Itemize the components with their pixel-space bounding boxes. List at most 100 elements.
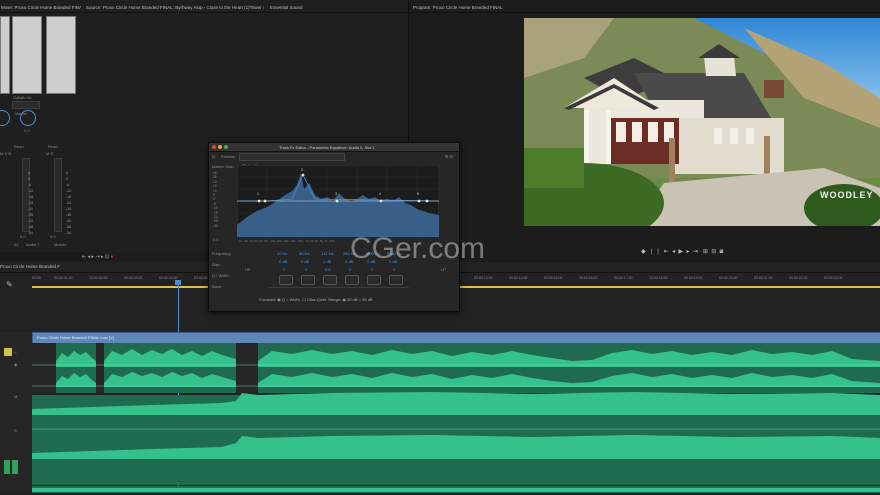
track-target-toggle[interactable] xyxy=(4,348,12,356)
hp-label: HP xyxy=(245,267,251,272)
go-to-out-icon[interactable]: ⇥ xyxy=(693,249,698,255)
fader-value: 0.0 xyxy=(50,234,56,239)
frequency-value[interactable]: 141 Hz xyxy=(321,251,334,256)
camera-icon[interactable]: ◙ xyxy=(720,249,724,255)
gain-value[interactable]: 0 dB xyxy=(301,259,309,264)
play-icon[interactable]: ▶ xyxy=(679,249,684,255)
q-radio[interactable]: ◉ Q xyxy=(277,297,285,302)
q-value[interactable]: 2 xyxy=(283,267,285,272)
close-icon[interactable] xyxy=(212,145,216,149)
q-value[interactable]: 2 xyxy=(349,267,351,272)
mute-icon[interactable]: M xyxy=(14,394,17,399)
volume-fader[interactable] xyxy=(54,158,62,232)
q-value[interactable]: 2 xyxy=(305,267,307,272)
mixer-tab[interactable]: Mixer: Proxo Circle Home Branded FINAL xyxy=(1,5,81,10)
pan-knob[interactable] xyxy=(20,110,36,126)
mark-out-icon[interactable]: | xyxy=(651,249,653,255)
range-96-radio[interactable]: ○ 96 dB xyxy=(359,297,373,302)
q-value[interactable]: 2 xyxy=(393,267,395,272)
q-value[interactable]: 2 xyxy=(371,267,373,272)
automation-mode[interactable]: Read xyxy=(14,144,24,149)
band-toggle[interactable] xyxy=(301,275,315,285)
minimize-icon[interactable] xyxy=(218,145,222,149)
preset-buttons[interactable]: ⊞ ⊟ xyxy=(445,154,453,159)
presets-dropdown[interactable]: (Default) xyxy=(239,153,345,168)
band-toggle[interactable] xyxy=(367,275,381,285)
band-toggle[interactable] xyxy=(345,275,359,285)
frequency-value[interactable]: 85 Hz xyxy=(299,251,309,256)
playhead-handle[interactable] xyxy=(175,280,181,285)
program-tab[interactable]: Program: Proxo Circle Home Branded FINAL xyxy=(413,5,613,10)
gain-value[interactable]: 1 dB xyxy=(323,259,331,264)
band-toggle[interactable] xyxy=(279,275,293,285)
ultra-quiet-checkbox[interactable]: ☐ Ultra-Quiet xyxy=(302,297,326,302)
db-scale: 6 0 -6 -12 -18 -24 -30 -36 -42 -48 -54 xyxy=(66,171,72,235)
gain-label: Gain xyxy=(212,262,221,267)
solo-icon[interactable]: S xyxy=(14,428,17,433)
range-label: Range: xyxy=(328,297,342,302)
db-scale: 30 25 20 15 10 5 0 -5 -10 -15 -20 -25 -30 xyxy=(213,171,218,228)
band-toggle[interactable] xyxy=(323,275,337,285)
track-fx-editor-window: Track Fx Editor - Parametric Equalizer: … xyxy=(208,142,460,312)
fx-footer: Constant: ◉ Q ○ Width ☐ Ultra-Quiet Rang… xyxy=(259,297,373,302)
band-label: Band xyxy=(212,284,222,289)
level-meter xyxy=(0,16,10,94)
go-to-in-icon[interactable]: | xyxy=(657,249,659,255)
program-video-frame: WOODLEY xyxy=(524,18,880,226)
wrench-icon[interactable]: ✎ xyxy=(6,280,13,289)
range-30-radio[interactable]: ◉ 30 dB xyxy=(342,297,357,302)
channel-label: Audio 7 xyxy=(26,242,40,247)
presets-label: Presets: xyxy=(221,154,236,159)
essential-sound-tab[interactable]: Essential Sound xyxy=(270,5,330,10)
fx-title: Track Fx Editor - Parametric Equalizer: … xyxy=(279,144,375,150)
band-marker: 2 xyxy=(301,168,303,172)
eq-graph[interactable]: 1 2 3 4 5 xyxy=(237,165,439,237)
mute-solo-buttons[interactable]: M S R xyxy=(0,151,11,156)
audio-track-mixer-panel: Mixer: Proxo Circle Home Branded FINAL G… xyxy=(0,0,83,252)
frequency-value[interactable]: 40 Hz xyxy=(277,251,287,256)
maximize-icon[interactable] xyxy=(224,145,228,149)
audio-target-toggle[interactable] xyxy=(4,460,10,474)
audio-target-toggle[interactable] xyxy=(12,460,18,474)
divider xyxy=(269,287,409,288)
mark-in-icon[interactable]: ◆ xyxy=(641,249,646,255)
channel-label: A7 xyxy=(14,242,19,247)
extract-icon[interactable]: ⊟ xyxy=(711,249,716,255)
band-marker: 3 xyxy=(335,192,337,196)
pan-value: 0.0 xyxy=(24,128,30,133)
watermark-text: CGer.com xyxy=(350,232,486,265)
audio-waveform-tracks[interactable] xyxy=(32,343,880,493)
db-scale: 6 0 -6 -12 -18 -24 -30 -36 -42 -48 -54 xyxy=(28,171,34,235)
fx-titlebar: Track Fx Editor - Parametric Equalizer: … xyxy=(209,143,459,152)
band-toggle[interactable] xyxy=(389,275,403,285)
source-tab[interactable]: Source: Proxo Circle Home Branded FINAL:… xyxy=(86,5,264,10)
channel-label: Master xyxy=(54,242,67,247)
step-back-icon[interactable]: ⇤ xyxy=(664,249,669,255)
q-value[interactable]: 0.8 xyxy=(325,267,331,272)
fader-value: 0.0 xyxy=(20,234,26,239)
band-marker: 5 xyxy=(417,192,419,196)
pan-knob[interactable] xyxy=(0,110,10,126)
q-width-label: Q / Width xyxy=(212,273,229,278)
track-headers: ⌂ ◉ M S xyxy=(0,332,32,492)
step-forward-icon[interactable]: ▸ xyxy=(687,249,690,255)
lock-icon[interactable]: ⌂ xyxy=(14,350,16,355)
automation-mode[interactable]: Read xyxy=(48,144,58,149)
step-back-frame-icon[interactable]: ◂ xyxy=(672,249,675,255)
level-meter xyxy=(12,16,42,94)
power-icon[interactable]: ⏻ xyxy=(212,154,215,159)
program-transport: ◆ | | ⇤ ◂ ▶ ▸ ⇥ ⊞ ⊟ ◙ xyxy=(641,248,723,255)
lift-icon[interactable]: ⊞ xyxy=(703,249,708,255)
mute-solo-buttons[interactable]: M S xyxy=(46,151,53,156)
lp-label: LP xyxy=(441,267,446,272)
gain-value[interactable]: 0 dB xyxy=(279,259,287,264)
eye-icon[interactable]: ◉ xyxy=(14,362,18,367)
timeline-tab[interactable]: Proxo Circle Home Branded FINAL xyxy=(0,264,60,269)
divider xyxy=(409,12,880,13)
track-name: Gallalh-Yo xyxy=(13,95,32,100)
output-select[interactable]: Master xyxy=(12,101,40,116)
divider xyxy=(82,12,408,13)
width-radio[interactable]: ○ Width xyxy=(286,297,300,302)
level-meter xyxy=(46,16,76,94)
transport-controls[interactable]: ⇤ ◂ ▸ ⇥ ▸ ⊡ ● xyxy=(82,254,113,260)
